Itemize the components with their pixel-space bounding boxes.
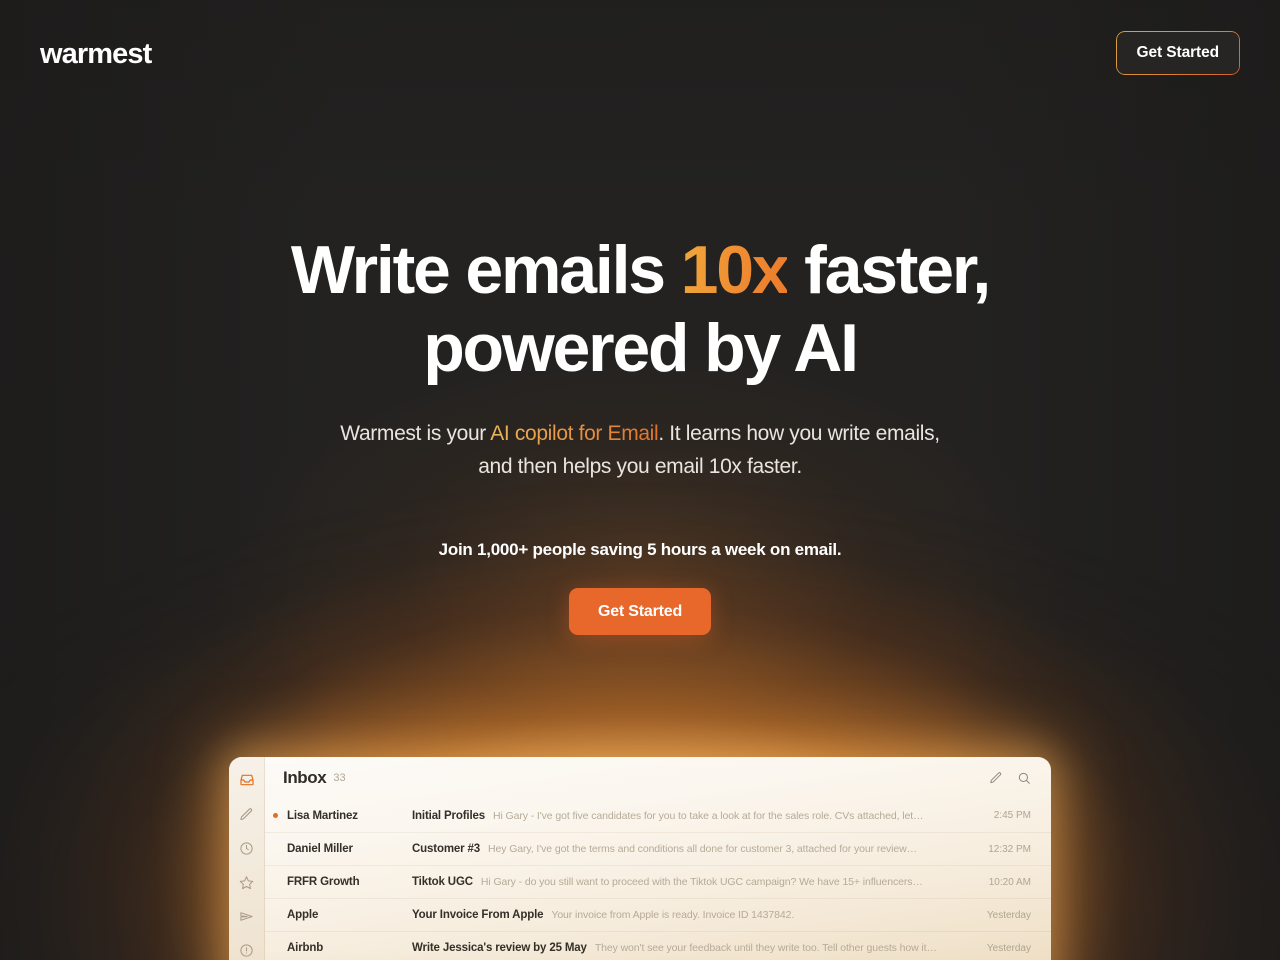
email-list: Lisa Martinez Initial Profiles Hi Gary - I… [265, 799, 1051, 960]
email-app-mockup: Inbox 33 Lisa Martinez Initial Profiles … [229, 757, 1051, 960]
unread-dot-icon [273, 813, 278, 818]
unread-indicator-cell [273, 813, 287, 818]
headline-line-2: powered by AI [423, 309, 859, 386]
inbox-icon[interactable] [238, 771, 256, 789]
email-subject: Your Invoice From Apple [412, 909, 544, 921]
site-header: warmest Get Started [0, 0, 1280, 106]
email-subject: Tiktok UGC [412, 876, 473, 888]
email-sender: Airbnb [287, 942, 324, 954]
table-row[interactable]: Lisa Martinez Initial Profiles Hi Gary - I… [265, 799, 1051, 832]
search-icon[interactable] [1017, 771, 1031, 785]
page-title: Write emails 10x faster, powered by AI [260, 232, 1020, 387]
social-proof-text: Join 1,000+ people saving 5 hours a week… [438, 540, 842, 560]
nav-get-started-label: Get Started [1136, 44, 1220, 61]
email-timestamp: Yesterday [986, 942, 1031, 954]
hero-subtitle: Warmest is your AI copilot for Email. It… [340, 418, 940, 483]
headline-text-1: Write emails [290, 232, 681, 308]
email-subject: Write Jessica's review by 25 May [412, 942, 587, 954]
inbox-title: Inbox [283, 768, 327, 787]
inbox-count-badge: 33 [333, 772, 346, 784]
brand-logo[interactable]: warmest [40, 38, 152, 69]
clock-icon[interactable] [238, 839, 256, 857]
send-icon[interactable] [238, 907, 256, 925]
email-preview: They won't see your feedback until they … [594, 942, 937, 954]
snooze-icon[interactable] [238, 941, 256, 959]
headline-accent: 10x [680, 232, 790, 308]
table-row[interactable]: Airbnb Write Jessica's review by 25 May Th… [265, 931, 1051, 960]
compose-pencil-icon[interactable] [989, 771, 1003, 785]
email-subject: Initial Profiles [412, 809, 486, 822]
hero-get-started-label: Get Started [597, 602, 683, 620]
email-sender: FRFR Growth [287, 876, 360, 888]
email-preview: Your invoice from Apple is ready. Invoic… [551, 909, 795, 921]
email-timestamp: Yesterday [986, 909, 1031, 921]
table-row[interactable]: Apple Your Invoice From Apple Your invoice… [265, 898, 1051, 931]
email-sender: Apple [287, 909, 319, 921]
email-preview: Hi Gary - do you still want to proceed w… [480, 876, 923, 888]
email-timestamp: 2:45 PM [993, 810, 1031, 821]
nav-get-started-button[interactable]: Get Started [1115, 31, 1240, 75]
email-timestamp: 12:32 PM [988, 843, 1031, 855]
topbar-actions [989, 771, 1031, 785]
email-preview: Hi Gary - I've got five candidates for y… [493, 809, 924, 822]
app-sidebar [229, 757, 265, 960]
app-main-panel: Inbox 33 Lisa Martinez Initial Profiles … [265, 757, 1051, 960]
table-row[interactable]: FRFR Growth Tiktok UGC Hi Gary - do you st… [265, 865, 1051, 898]
email-sender: Daniel Miller [287, 843, 353, 855]
hero-get-started-button[interactable]: Get Started [568, 588, 712, 636]
app-topbar: Inbox 33 [265, 757, 1051, 799]
email-sender: Lisa Martinez [287, 809, 358, 822]
pencil-icon[interactable] [238, 805, 256, 823]
table-row[interactable]: Daniel Miller Customer #3 Hey Gary, I've g… [265, 832, 1051, 865]
subtitle-text-1: Warmest is your [340, 422, 491, 446]
landing-page: warmest Get Started Write emails 10x fas… [0, 0, 1280, 960]
email-timestamp: 10:20 AM [988, 876, 1031, 888]
subtitle-accent: AI copilot for Email [490, 422, 659, 446]
email-subject: Customer #3 [412, 843, 481, 855]
headline-text-2: faster, [787, 232, 991, 308]
star-icon[interactable] [238, 873, 256, 891]
email-preview: Hey Gary, I've got the terms and conditi… [488, 843, 917, 855]
